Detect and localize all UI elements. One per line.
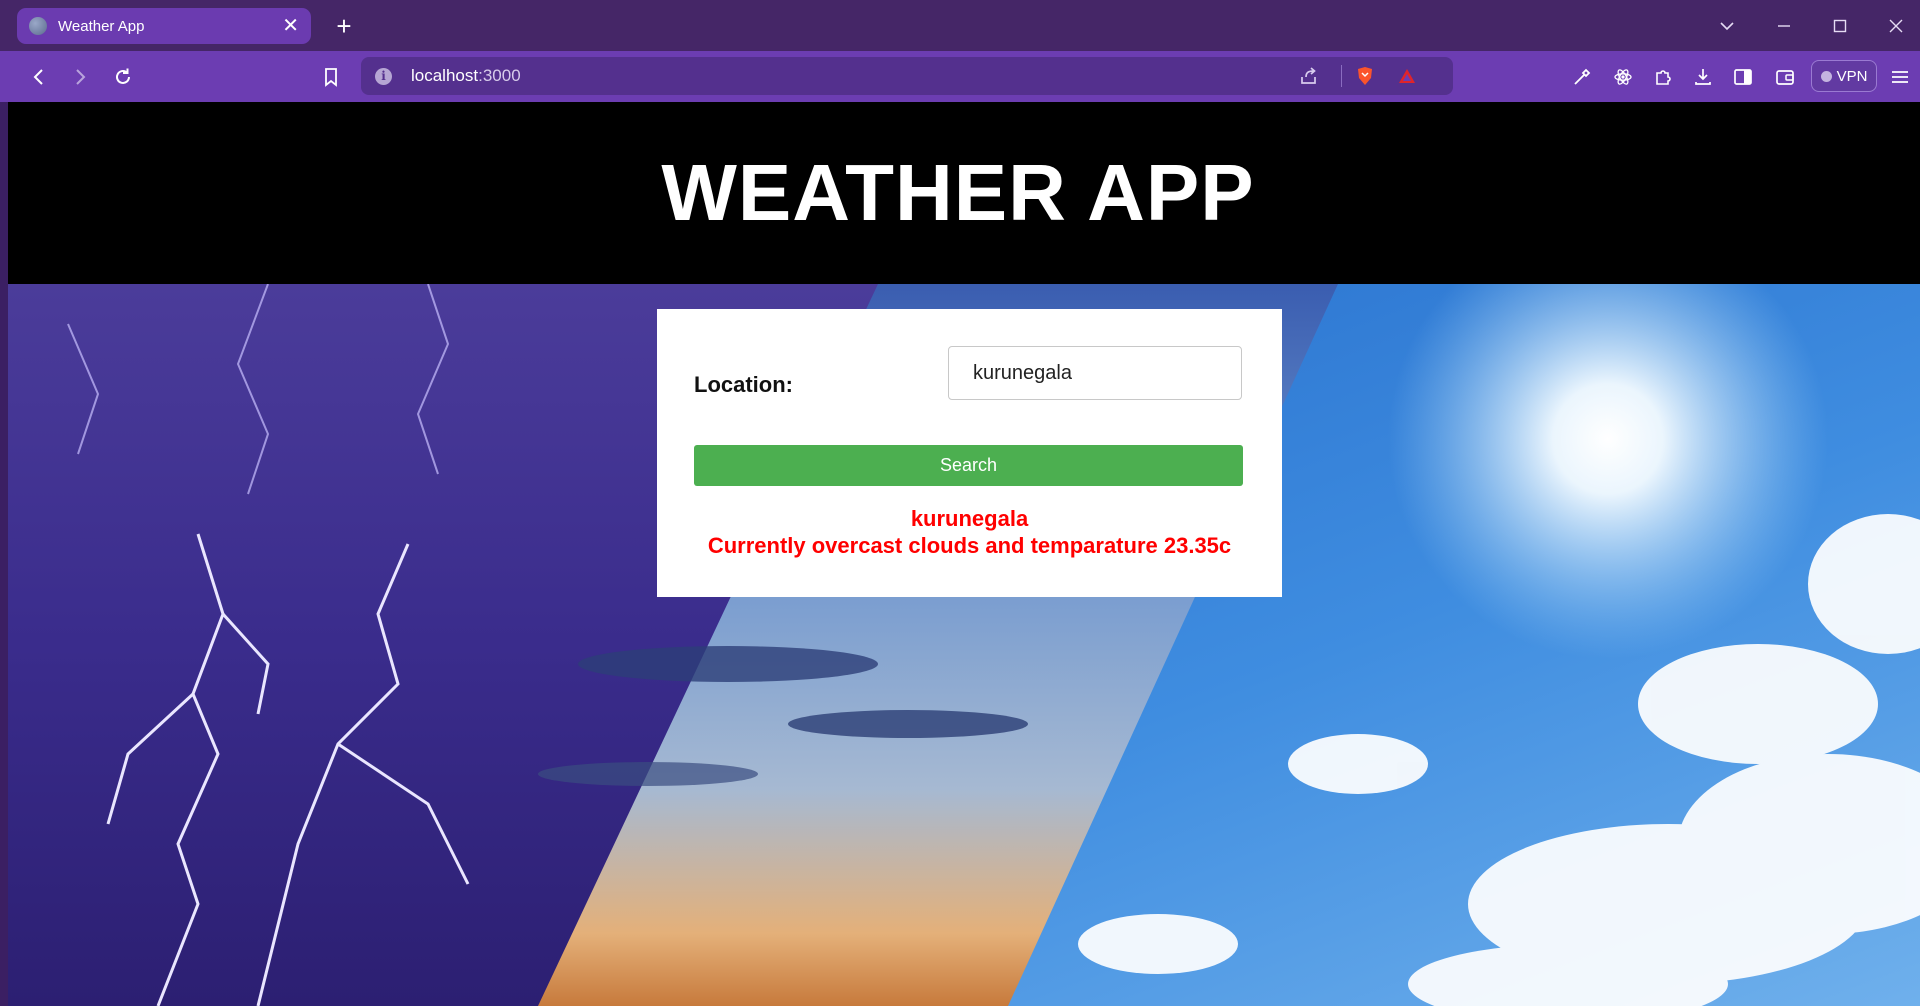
share-icon[interactable] xyxy=(1292,59,1326,93)
menu-hamburger-icon[interactable] xyxy=(1883,60,1917,94)
browser-titlebar: Weather App ✕ + xyxy=(0,0,1920,51)
back-arrow-icon[interactable] xyxy=(22,60,56,94)
browser-tab[interactable]: Weather App ✕ xyxy=(17,8,311,44)
tab-close-icon[interactable]: ✕ xyxy=(282,16,299,36)
brave-shields-icon[interactable] xyxy=(1348,59,1382,93)
weather-form-card: Location: Search kurunegala Currently ov… xyxy=(657,309,1282,597)
page-header: WEATHER APP xyxy=(8,102,1920,284)
globe-icon xyxy=(29,17,47,35)
download-icon[interactable] xyxy=(1686,60,1720,94)
vpn-label: VPN xyxy=(1836,67,1868,85)
new-tab-button[interactable]: + xyxy=(328,10,360,42)
location-label: Location: xyxy=(694,372,793,397)
location-input[interactable] xyxy=(948,346,1242,400)
site-info-icon[interactable]: i xyxy=(375,68,392,85)
tab-title: Weather App xyxy=(58,17,145,35)
vpn-button[interactable]: VPN xyxy=(1811,60,1877,92)
eyedropper-icon[interactable] xyxy=(1565,60,1599,94)
page-title: WEATHER APP xyxy=(661,148,1255,237)
sidebar-toggle-icon[interactable] xyxy=(1726,60,1760,94)
reload-icon[interactable] xyxy=(106,60,140,94)
result-city: kurunegala xyxy=(910,506,1029,531)
extensions-puzzle-icon[interactable] xyxy=(1646,60,1680,94)
search-button[interactable]: Search xyxy=(694,445,1243,486)
react-devtools-icon[interactable] xyxy=(1606,60,1640,94)
brave-rewards-icon[interactable] xyxy=(1390,59,1424,93)
window-close-icon[interactable] xyxy=(1874,10,1918,42)
maximize-icon[interactable] xyxy=(1818,10,1862,42)
wallet-icon[interactable] xyxy=(1768,60,1802,94)
tab-search-chevron-icon[interactable] xyxy=(1705,10,1749,42)
weather-result: kurunegala Currently overcast clouds and… xyxy=(657,505,1282,559)
url-text[interactable]: localhost:3000 xyxy=(411,66,521,86)
page-viewport: WEATHER APP Location: kurunegala Search … xyxy=(8,102,1920,1006)
address-bar[interactable]: i localhost:3000 xyxy=(361,57,1453,95)
result-description: Currently overcast clouds and temparatur… xyxy=(707,533,1232,558)
address-divider xyxy=(1341,65,1342,87)
minimize-icon[interactable] xyxy=(1762,10,1806,42)
bookmark-icon[interactable] xyxy=(314,60,348,94)
vpn-status-icon xyxy=(1820,70,1832,82)
forward-arrow-icon[interactable] xyxy=(63,60,97,94)
